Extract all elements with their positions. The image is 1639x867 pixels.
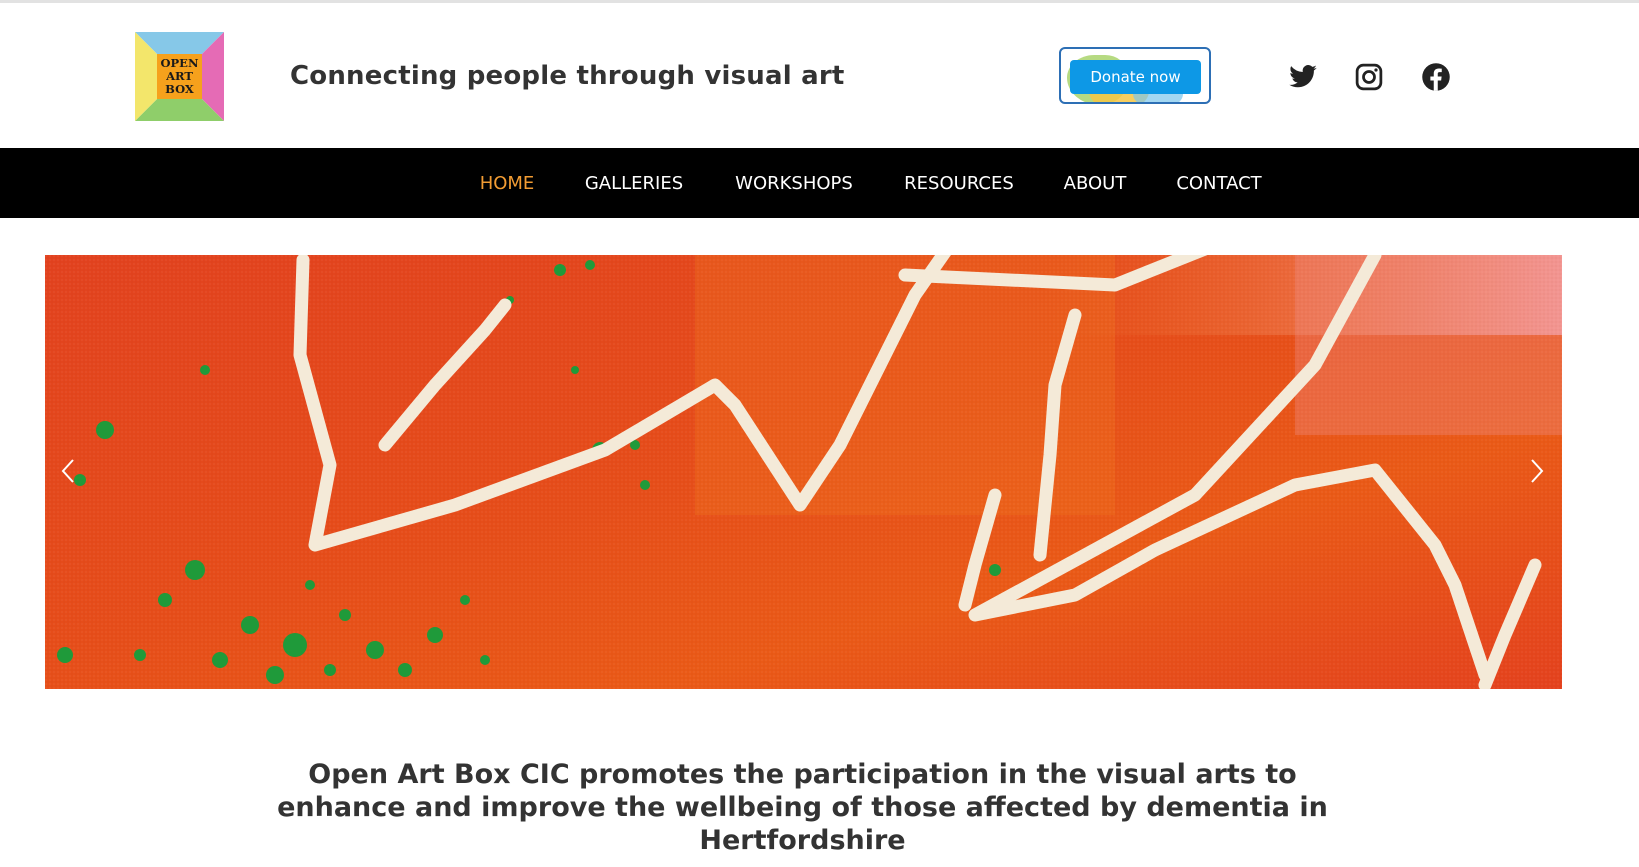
donate-widget: Donate now (1059, 47, 1211, 104)
main-navigation: HOME GALLERIES WORKSHOPS RESOURCES ABOUT… (0, 148, 1639, 218)
nav-item-galleries[interactable]: GALLERIES (582, 148, 686, 218)
site-tagline: Connecting people through visual art (290, 61, 845, 91)
site-header: OPEN ART BOX Connecting people through v… (0, 3, 1639, 148)
nav-item-about[interactable]: ABOUT (1061, 148, 1129, 218)
hero-artwork-image (45, 255, 1562, 689)
slider-next-button[interactable] (1522, 451, 1552, 491)
chevron-right-icon (1531, 459, 1544, 483)
nav-item-home[interactable]: HOME (477, 148, 537, 218)
nav-item-resources[interactable]: RESOURCES (902, 148, 1016, 218)
nav-item-workshops[interactable]: WORKSHOPS (731, 148, 857, 218)
nav-item-contact[interactable]: CONTACT (1174, 148, 1264, 218)
hero-slider (45, 255, 1562, 689)
twitter-icon[interactable] (1288, 62, 1318, 92)
donate-button[interactable]: Donate now (1070, 60, 1201, 94)
chevron-left-icon (61, 459, 74, 483)
instagram-icon[interactable] (1354, 62, 1384, 92)
facebook-icon[interactable] (1421, 62, 1451, 92)
slider-prev-button[interactable] (53, 451, 83, 491)
site-logo[interactable]: OPEN ART BOX (135, 32, 224, 121)
mission-statement: Open Art Box CIC promotes the participat… (277, 759, 1328, 856)
logo-wordmark: OPEN ART BOX (160, 55, 199, 96)
